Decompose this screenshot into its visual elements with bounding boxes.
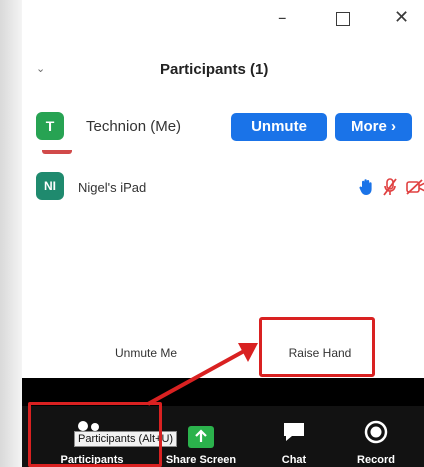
share-screen-icon [188, 426, 214, 448]
minimize-button[interactable]: – [278, 6, 287, 30]
toolbar-label: Record [357, 454, 395, 466]
unmute-button[interactable]: Unmute [231, 113, 327, 141]
avatar: T [36, 112, 64, 140]
participant-name: Nigel's iPad [78, 180, 147, 195]
participant-row-self[interactable]: T Technion (Me) Unmute More › [22, 106, 424, 148]
window-edge-shadow [0, 0, 22, 467]
camera-off-icon [406, 179, 424, 195]
avatar: NI [36, 172, 64, 200]
participant-name: Technion (Me) [86, 118, 182, 135]
close-button[interactable]: ✕ [394, 6, 409, 30]
raised-hand-icon [359, 179, 372, 195]
chat-icon [284, 423, 304, 441]
annotation-highlight-raise-hand [259, 317, 375, 377]
title-bar: – ✕ [22, 0, 424, 40]
annotation-highlight-participants [28, 402, 162, 467]
muted-mic-icon [383, 178, 397, 196]
participant-row-nigel[interactable]: NI Nigel's iPad [22, 170, 424, 206]
toolbar-label: Share Screen [165, 454, 237, 466]
zoom-participants-window: – ✕ ⌄ Participants (1) T Technion (Me) U… [0, 0, 424, 467]
toolbar-label: Chat [281, 454, 307, 466]
divider-accent [42, 150, 72, 154]
panel-title: Participants (1) [160, 61, 269, 78]
record-icon [364, 420, 388, 444]
chevron-down-icon[interactable]: ⌄ [36, 62, 45, 75]
more-button[interactable]: More › [335, 113, 412, 141]
unmute-me-button[interactable]: Unmute Me [98, 340, 194, 366]
maximize-button[interactable] [336, 12, 350, 26]
participants-header: ⌄ Participants (1) [22, 52, 424, 88]
